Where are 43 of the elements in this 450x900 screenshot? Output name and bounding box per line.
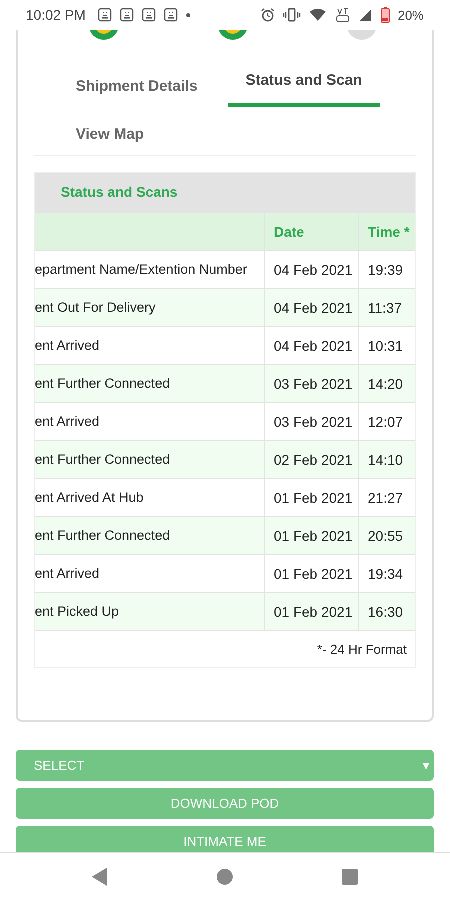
- footnote: *- 24 Hr Format: [317, 642, 407, 656]
- table-cell: 03 Feb 2021: [264, 365, 358, 402]
- signal-icon: [358, 8, 373, 22]
- vibrate-icon: [282, 8, 301, 22]
- table-cell: 01 Feb 2021: [264, 517, 358, 554]
- table-cell: 02 Feb 2021: [264, 441, 358, 478]
- dot-icon: [186, 12, 191, 18]
- alarm-icon: [260, 8, 275, 22]
- table-cell-text: ent Further Connected: [35, 451, 172, 469]
- table-cell: 11:37: [358, 289, 415, 326]
- battery-icon: [380, 7, 390, 23]
- notification-icon: [142, 8, 156, 22]
- table-cell: 20:55: [358, 517, 415, 554]
- table-cell-text: ent Further Connected: [35, 375, 172, 393]
- table-cell: 14:10: [358, 441, 415, 478]
- notification-icon: [164, 8, 178, 22]
- home-icon[interactable]: [217, 868, 233, 884]
- table-cell: 14:20: [358, 365, 415, 402]
- volte-icon: [334, 7, 351, 23]
- table-header-cell: Time *: [358, 213, 415, 250]
- table-cell-text: ent Arrived: [35, 337, 101, 355]
- table-cell-text: ent Arrived: [35, 413, 101, 431]
- wifi-icon: [308, 8, 327, 22]
- table-cell-text: ent Picked Up: [35, 603, 120, 621]
- table-cell: 16:30: [358, 593, 415, 630]
- tab[interactable]: View Map: [46, 107, 174, 155]
- table-cell-text: ent Out For Delivery: [35, 299, 157, 317]
- table-title: Status and Scans: [35, 173, 415, 212]
- table-cell: 01 Feb 2021: [264, 593, 358, 630]
- status-time: 10:02 PM: [26, 7, 86, 23]
- table-cell-text: ent Arrived: [35, 565, 101, 583]
- table-cell-text: ent Further Connected: [35, 527, 172, 545]
- table-cell-text: epartment Name/Extention Number: [35, 261, 248, 279]
- table-header-cell: Date: [264, 213, 358, 250]
- table-cell-text: ent Arrived At Hub: [35, 489, 145, 507]
- notification-icon: [98, 8, 112, 22]
- tab[interactable]: Status and Scan: [228, 41, 380, 107]
- notification-icon: [120, 8, 134, 22]
- battery-level: 20%: [398, 8, 424, 22]
- tab[interactable]: Shipment Details: [46, 41, 228, 107]
- back-icon[interactable]: [92, 868, 108, 886]
- recents-icon[interactable]: [342, 868, 358, 884]
- table-cell: 04 Feb 2021: [264, 289, 358, 326]
